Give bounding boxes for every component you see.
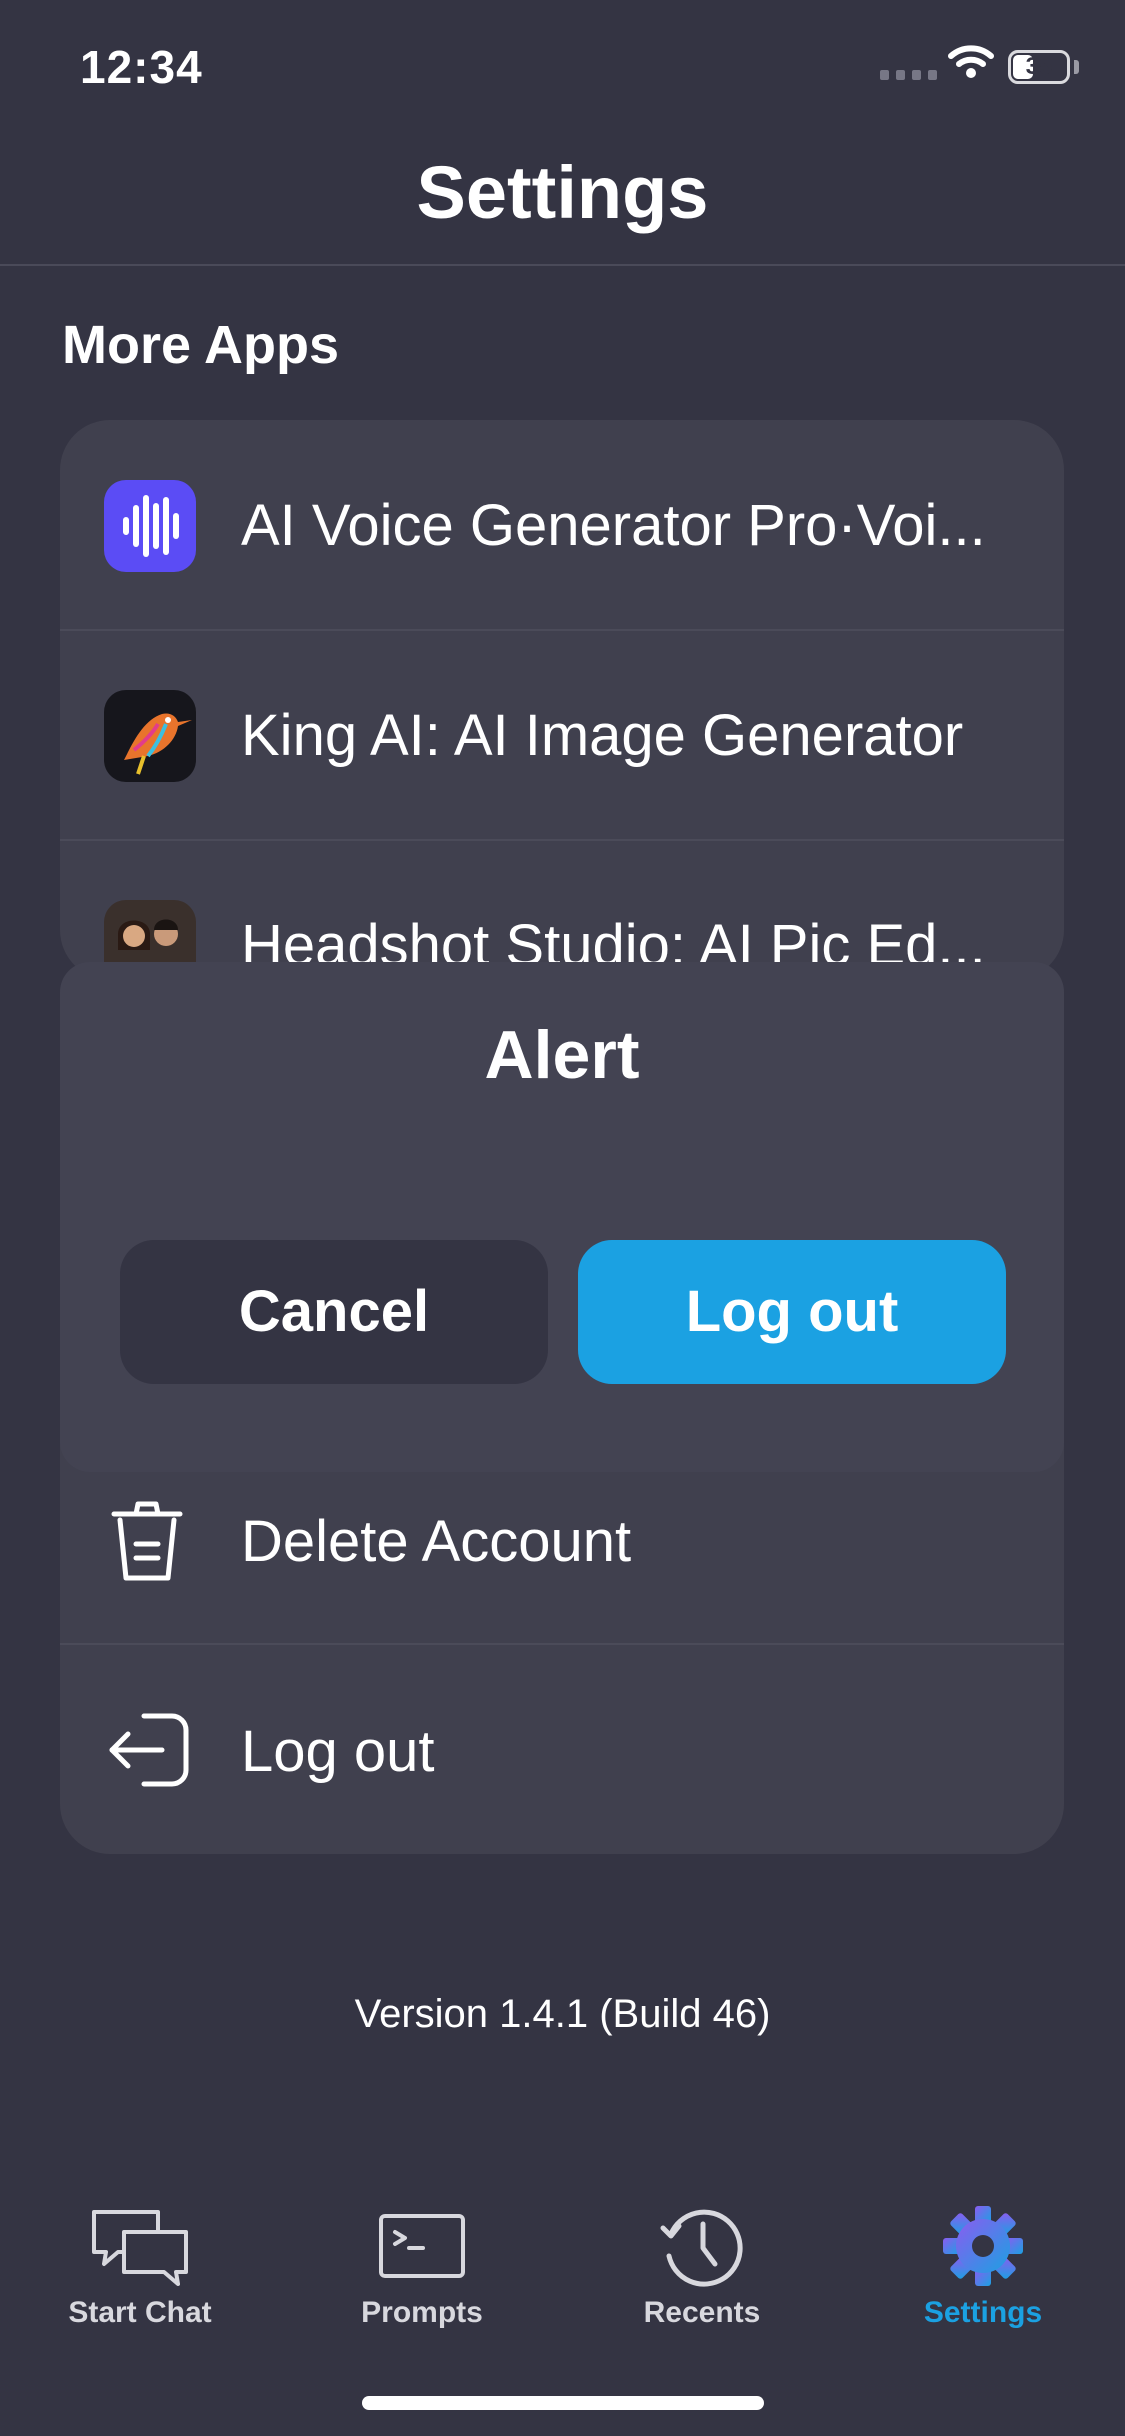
chat-bubbles-icon — [92, 2210, 188, 2286]
trash-icon — [111, 1501, 183, 1581]
tab-settings[interactable]: Settings — [863, 2190, 1103, 2350]
tab-bar: Start Chat Prompts Recents Settings — [0, 2190, 1125, 2350]
confirm-logout-button[interactable]: Log out — [578, 1240, 1006, 1384]
tab-label: Prompts — [361, 2296, 483, 2329]
page-title: Settings — [416, 151, 709, 234]
gear-icon — [943, 2206, 1023, 2286]
battery-nub — [1074, 60, 1079, 74]
status-bar: 12:34 35 — [0, 0, 1125, 130]
delete-account-label: Delete Account — [241, 1509, 632, 1574]
alert-title: Alert — [484, 1017, 640, 1093]
section-title-more-apps: More Apps — [62, 315, 340, 375]
app-row-label: AI Voice Generator Pro·Voi... — [241, 493, 986, 558]
status-time: 12:34 — [80, 41, 203, 93]
tab-recents[interactable]: Recents — [582, 2190, 822, 2350]
voice-waveform-icon — [104, 480, 196, 572]
history-clock-icon — [660, 2209, 743, 2287]
tab-label: Start Chat — [68, 2296, 212, 2329]
battery-icon: 35 — [1008, 50, 1070, 84]
logout-icon — [109, 1713, 189, 1787]
tab-label: Recents — [643, 2296, 761, 2329]
header-divider — [0, 264, 1125, 266]
alert-dialog: Alert Cancel Log out — [60, 962, 1064, 1472]
cellular-signal-icon — [880, 70, 937, 80]
app-row-label: King AI: AI Image Generator — [241, 703, 964, 768]
home-indicator[interactable] — [362, 2396, 764, 2410]
logout-row-label: Log out — [241, 1719, 435, 1784]
app-row-headshot-studio[interactable]: Headshot Studio: AI Pic Ed... — [60, 840, 1064, 980]
logout-row[interactable]: Log out — [60, 1644, 1064, 1854]
cancel-button[interactable]: Cancel — [120, 1240, 548, 1384]
tab-start-chat[interactable]: Start Chat — [20, 2190, 260, 2350]
version-label: Version 1.4.1 (Build 46) — [354, 1992, 771, 2036]
wifi-icon — [948, 45, 994, 78]
more-apps-card: AI Voice Generator Pro·Voi... King AI: A… — [60, 420, 1064, 980]
hummingbird-art-icon — [104, 690, 196, 782]
app-row-king-ai[interactable]: King AI: AI Image Generator — [60, 630, 1064, 840]
account-card: Delete Account Log out — [60, 1432, 1064, 1854]
terminal-icon — [379, 2214, 465, 2278]
app-row-voice-generator[interactable]: AI Voice Generator Pro·Voi... — [60, 420, 1064, 630]
battery-level: 35 — [1025, 53, 1053, 80]
tab-label: Settings — [923, 2296, 1043, 2329]
tab-prompts[interactable]: Prompts — [302, 2190, 542, 2350]
